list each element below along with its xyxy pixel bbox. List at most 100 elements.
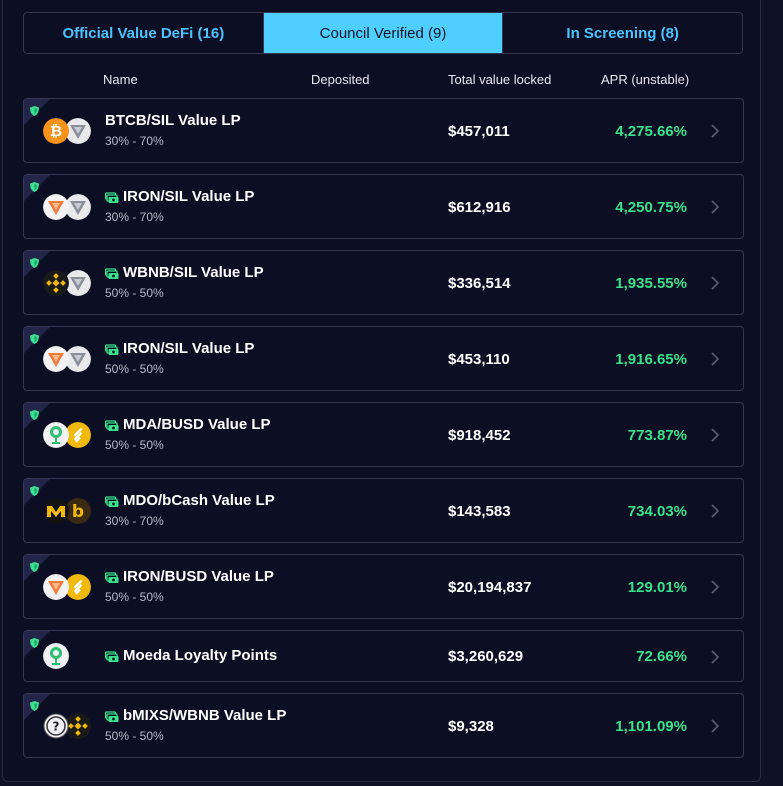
pool-ratio: 50% - 50%: [105, 286, 164, 300]
chevron-right-icon[interactable]: [711, 650, 720, 664]
iron-icon: [43, 574, 69, 600]
money-icon: [104, 343, 119, 355]
pool-apr: 1,101.09%: [615, 718, 687, 735]
token-pair-icons: [43, 574, 93, 600]
pool-name: WBNB/SIL Value LP: [104, 264, 264, 281]
chevron-right-icon[interactable]: [711, 580, 720, 594]
money-icon: [104, 650, 119, 662]
pool-ratio: 50% - 50%: [105, 590, 164, 604]
money-icon: [104, 710, 119, 722]
pool-name-label: bMIXS/WBNB Value LP: [123, 707, 287, 724]
category-tabs: Official Value DeFi (16) Council Verifie…: [23, 12, 743, 54]
tab-official-value-defi[interactable]: Official Value DeFi (16): [24, 13, 263, 53]
token-pair-icons: [43, 270, 93, 296]
pool-list: ₿ BTCB/SIL Value LP 30% - 70% $457,011 4,275…: [23, 98, 744, 769]
pool-name: IRON/SIL Value LP: [104, 188, 255, 205]
pool-tvl: $336,514: [448, 275, 511, 292]
tab-in-screening[interactable]: In Screening (8): [502, 13, 742, 53]
mda-icon: [43, 422, 69, 448]
pool-row[interactable]: ? bMIXS/WBNB Value LP 50% - 50% $9,328 1,101…: [23, 693, 744, 758]
pool-name: IRON/BUSD Value LP: [104, 568, 274, 585]
pool-tvl: $3,260,629: [448, 648, 524, 665]
pool-name-label: MDO/bCash Value LP: [123, 492, 275, 509]
pool-row[interactable]: IRON/SIL Value LP 50% - 50% $453,110 1,916.…: [23, 326, 744, 391]
pool-ratio: 30% - 70%: [105, 210, 164, 224]
pool-apr: 4,275.66%: [615, 123, 687, 140]
svg-text:b: b: [72, 502, 84, 522]
shield-icon: [30, 407, 39, 420]
pool-row[interactable]: ₿ BTCB/SIL Value LP 30% - 70% $457,011 4,275…: [23, 98, 744, 163]
token-pair-icons: ?: [43, 713, 93, 739]
mdo-icon: [43, 498, 69, 524]
pool-row[interactable]: b MDO/bCash Value LP 30% - 70% $143,583 734.…: [23, 478, 744, 543]
pool-apr: 4,250.75%: [615, 199, 687, 216]
pool-tvl: $143,583: [448, 503, 511, 520]
farms-panel: Official Value DeFi (16) Council Verifie…: [2, 0, 761, 782]
money-icon: [104, 191, 119, 203]
pool-tvl: $918,452: [448, 427, 511, 444]
svg-text:?: ?: [53, 720, 60, 734]
shield-icon: [30, 255, 39, 268]
token-pair-icons: [43, 422, 93, 448]
pool-name: bMIXS/WBNB Value LP: [104, 707, 287, 724]
chevron-right-icon[interactable]: [711, 719, 720, 733]
pool-name-label: IRON/SIL Value LP: [123, 188, 255, 205]
iron-icon: [43, 346, 69, 372]
token-pair-icons: [43, 643, 93, 669]
pool-ratio: 50% - 50%: [105, 362, 164, 376]
pool-apr: 1,935.55%: [615, 275, 687, 292]
pool-name: MDA/BUSD Value LP: [104, 416, 271, 433]
shield-icon: [30, 635, 39, 648]
pool-row[interactable]: WBNB/SIL Value LP 50% - 50% $336,514 1,935.…: [23, 250, 744, 315]
pool-row[interactable]: IRON/SIL Value LP 30% - 70% $612,916 4,250.…: [23, 174, 744, 239]
pool-ratio: 30% - 70%: [105, 514, 164, 528]
token-pair-icons: b: [43, 498, 93, 524]
chevron-right-icon[interactable]: [711, 428, 720, 442]
chevron-right-icon[interactable]: [711, 504, 720, 518]
pool-row[interactable]: MDA/BUSD Value LP 50% - 50% $918,452 773.87…: [23, 402, 744, 467]
column-header-apr: APR (unstable): [601, 72, 690, 87]
mda-icon: [43, 643, 69, 669]
pool-name-label: IRON/SIL Value LP: [123, 340, 255, 357]
pool-apr: 72.66%: [636, 648, 687, 665]
chevron-right-icon[interactable]: [711, 276, 720, 290]
pool-apr: 129.01%: [627, 579, 687, 596]
column-header-deposited: Deposited: [311, 72, 370, 87]
pool-name-label: MDA/BUSD Value LP: [123, 416, 271, 433]
pool-name: IRON/SIL Value LP: [104, 340, 255, 357]
chevron-right-icon[interactable]: [711, 124, 720, 138]
token-pair-icons: ₿: [43, 118, 93, 144]
pool-tvl: $457,011: [448, 123, 510, 140]
shield-icon: [30, 331, 39, 344]
svg-text:₿: ₿: [50, 122, 62, 140]
pool-tvl: $20,194,837: [448, 579, 532, 596]
pool-row[interactable]: Moeda Loyalty Points $3,260,629 72.66%: [23, 630, 744, 682]
money-icon: [104, 419, 119, 431]
tab-council-verified[interactable]: Council Verified (9): [262, 13, 503, 53]
pool-tvl: $9,328: [448, 718, 494, 735]
money-icon: [104, 571, 119, 583]
column-headers: Name Deposited Total value locked APR (u…: [3, 72, 763, 90]
pool-row[interactable]: IRON/BUSD Value LP 50% - 50% $20,194,837 12…: [23, 554, 744, 619]
shield-icon: [30, 103, 39, 116]
pool-name-label: IRON/BUSD Value LP: [123, 568, 274, 585]
pool-tvl: $612,916: [448, 199, 511, 216]
pool-apr: 773.87%: [627, 427, 687, 444]
pool-name: BTCB/SIL Value LP: [105, 112, 241, 129]
token-pair-icons: [43, 194, 93, 220]
column-header-name: Name: [103, 72, 138, 87]
iron-icon: [43, 194, 69, 220]
pool-apr: 734.03%: [627, 503, 687, 520]
shield-icon: [30, 559, 39, 572]
chevron-right-icon[interactable]: [711, 352, 720, 366]
money-icon: [104, 495, 119, 507]
shield-icon: [30, 483, 39, 496]
pool-ratio: 50% - 50%: [105, 729, 164, 743]
money-icon: [104, 267, 119, 279]
pool-name-label: Moeda Loyalty Points: [123, 647, 278, 664]
token-pair-icons: [43, 346, 93, 372]
shield-icon: [30, 179, 39, 192]
pool-apr: 1,916.65%: [615, 351, 687, 368]
chevron-right-icon[interactable]: [711, 200, 720, 214]
pool-name-label: BTCB/SIL Value LP: [105, 112, 241, 129]
